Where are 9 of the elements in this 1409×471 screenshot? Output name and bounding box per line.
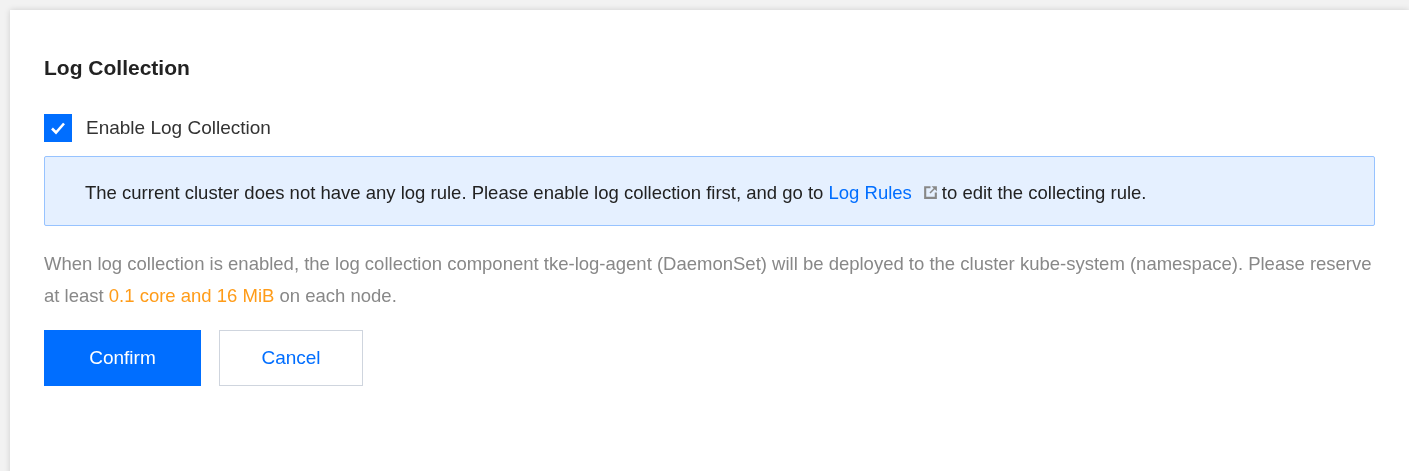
resource-note: When log collection is enabled, the log collection component tke-log-agent (DaemonSet) will be deployed to the cluster kube-system (namespace). Please reserve at least 0.1 core and 16 MiB on each node. <box>44 252 1373 308</box>
checkbox[interactable] <box>44 114 72 142</box>
checkbox-label[interactable]: Enable Log Collection <box>86 117 271 139</box>
info-text: The current cluster does not have any log rule. Please enable log collection first, and go to Log Rules to edit the collecting rule. <box>85 181 1148 205</box>
confirm-button[interactable]: Confirm <box>44 330 201 386</box>
cancel-button[interactable]: Cancel <box>219 330 363 386</box>
log-rules-link[interactable]: Log Rules <box>828 182 912 203</box>
dialog-title: Log Collection <box>44 56 191 80</box>
external-link-icon <box>921 184 939 201</box>
